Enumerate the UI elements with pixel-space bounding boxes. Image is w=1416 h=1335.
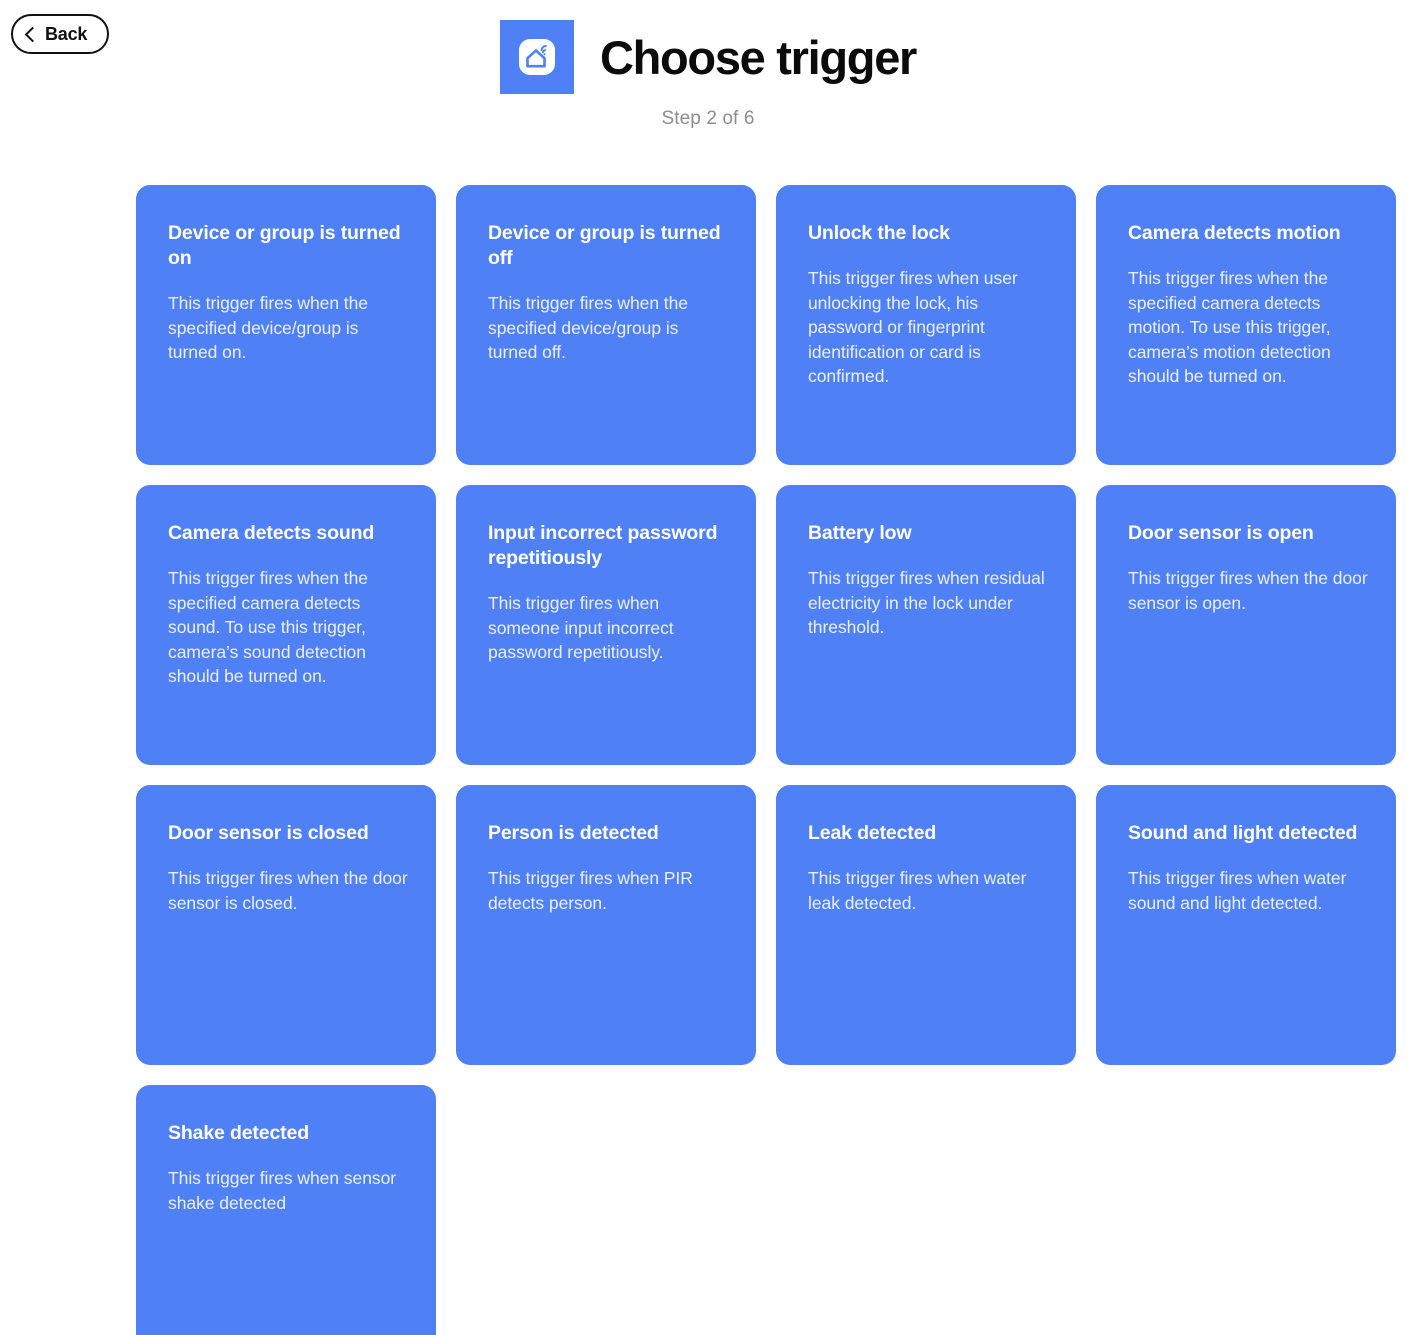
trigger-card-description: This trigger fires when the specified de… (488, 293, 688, 362)
trigger-card-title: Input incorrect password repetitiously (488, 522, 718, 569)
page-title: Choose trigger (599, 30, 917, 84)
trigger-card[interactable]: Person is detected This trigger fires whe… (456, 785, 756, 1065)
trigger-card-description: This trigger fires when water leak detec… (808, 868, 1027, 913)
trigger-card-title: Camera detects motion (1128, 222, 1341, 244)
trigger-card-title: Unlock the lock (808, 222, 950, 244)
trigger-card-description: This trigger fires when user unlocking t… (808, 268, 1018, 386)
trigger-card[interactable]: Device or group is turned on This trigger… (136, 185, 436, 465)
trigger-card[interactable]: Camera detects sound This trigger fires w… (136, 485, 436, 765)
trigger-card-description: This trigger fires when water sound and … (1128, 868, 1347, 913)
trigger-card-title: Door sensor is closed (168, 822, 369, 844)
trigger-card[interactable]: Device or group is turned off This trigge… (456, 185, 756, 465)
trigger-card-title: Shake detected (168, 1122, 309, 1144)
trigger-card-description: This trigger fires when sensor shake det… (168, 1168, 397, 1213)
trigger-card[interactable]: Sound and light detected This trigger fir… (1096, 785, 1396, 1065)
trigger-card-title: Camera detects sound (168, 522, 375, 544)
trigger-card[interactable]: Door sensor is open This trigger fires wh… (1096, 485, 1396, 765)
trigger-card-title: Sound and light detected (1128, 822, 1358, 844)
trigger-grid: Device or group is turned on This trigger… (136, 185, 1396, 1335)
trigger-card[interactable]: Door sensor is closed This trigger fires … (136, 785, 436, 1065)
trigger-card[interactable]: Shake detected This trigger fires when se… (136, 1085, 436, 1335)
trigger-card-description: This trigger fires when the specified ca… (1128, 268, 1331, 386)
trigger-card-title: Person is detected (488, 822, 659, 844)
trigger-card-title: Device or group is turned on (168, 222, 401, 269)
trigger-card-title: Door sensor is open (1128, 522, 1314, 544)
header-title-row: Choose trigger (0, 20, 1416, 94)
trigger-card-description: This trigger fires when the specified de… (168, 293, 368, 362)
trigger-card-title: Leak detected (808, 822, 937, 844)
trigger-card-description: This trigger fires when the door sensor … (168, 868, 408, 913)
step-indicator: Step 2 of 6 (661, 108, 755, 129)
trigger-card-title: Battery low (808, 522, 912, 544)
trigger-card[interactable]: Leak detected This trigger fires when wat… (776, 785, 1076, 1065)
smart-home-wifi-icon (499, 20, 574, 94)
trigger-card-description: This trigger fires when residual electri… (808, 568, 1045, 637)
trigger-card-description: This trigger fires when PIR detects pers… (488, 868, 693, 913)
trigger-card-title: Device or group is turned off (488, 222, 721, 269)
trigger-card-description: This trigger fires when the specified ca… (168, 568, 368, 686)
page-header: Choose trigger Step 2 of 6 (0, 0, 1416, 150)
trigger-card[interactable]: Unlock the lock This trigger fires when u… (776, 185, 1076, 465)
choose-trigger-page: Back Choose trigger Step 2 of 6 Device o… (0, 0, 1416, 1335)
trigger-card-description: This trigger fires when someone input in… (488, 593, 674, 662)
trigger-card[interactable]: Battery low This trigger fires when resid… (776, 485, 1076, 765)
trigger-card[interactable]: Input incorrect password repetitiously Th… (456, 485, 756, 765)
trigger-card-description: This trigger fires when the door sensor … (1128, 568, 1368, 613)
trigger-card[interactable]: Camera detects motion This trigger fires … (1096, 185, 1396, 465)
